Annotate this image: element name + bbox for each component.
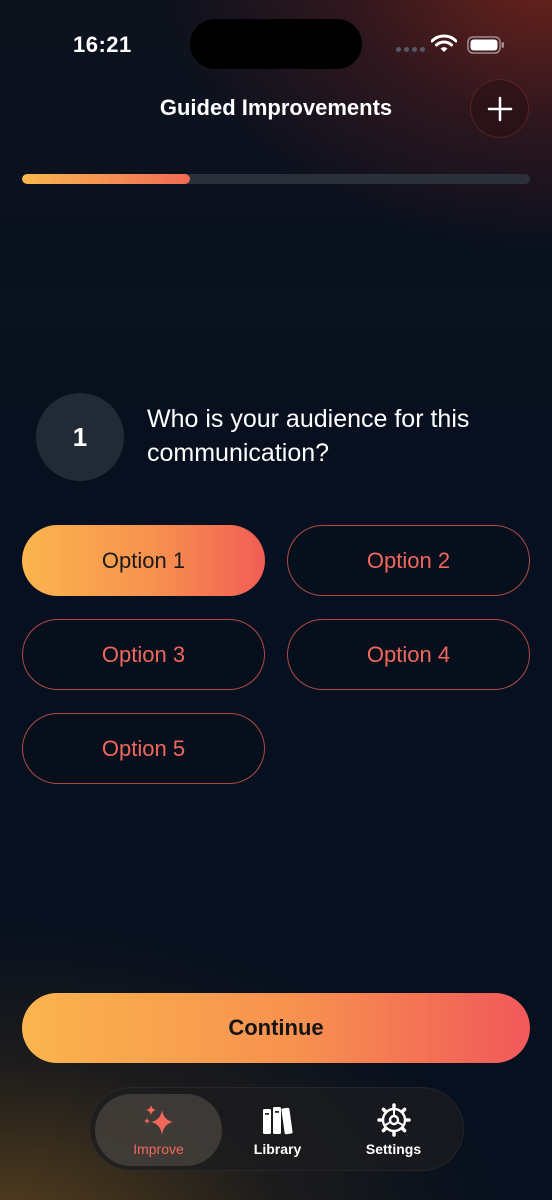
progress-fill <box>22 174 190 184</box>
plus-icon <box>487 96 512 121</box>
tab-improve-label: Improve <box>133 1141 184 1157</box>
battery-icon <box>467 36 504 54</box>
gear-icon <box>376 1103 411 1137</box>
status-bar: 16:21 <box>0 0 552 90</box>
option-button-3[interactable]: Option 3 <box>22 619 265 690</box>
books-icon <box>262 1107 293 1135</box>
question-text: Who is your audience for this communicat… <box>147 405 470 467</box>
tab-improve[interactable]: Improve <box>95 1094 222 1166</box>
continue-button[interactable]: Continue <box>22 993 530 1063</box>
tab-bar: Improve Library Settings <box>89 1087 464 1171</box>
tab-settings-label: Settings <box>365 1141 422 1157</box>
add-button[interactable] <box>470 79 529 138</box>
tab-settings[interactable]: Settings <box>330 1094 457 1166</box>
question-number-badge: 1 <box>36 393 124 481</box>
option-button-1[interactable]: Option 1 <box>22 525 265 596</box>
progress-bar <box>22 174 530 184</box>
sparkles-icon <box>143 1105 173 1135</box>
option-button-5[interactable]: Option 5 <box>22 713 265 784</box>
wifi-icon <box>431 34 457 52</box>
option-button-2[interactable]: Option 2 <box>287 525 530 596</box>
option-button-4[interactable]: Option 4 <box>287 619 530 690</box>
tab-library-label: Library <box>253 1141 302 1157</box>
tab-library[interactable]: Library <box>214 1094 341 1166</box>
cellular-signal-icon <box>396 47 425 52</box>
dynamic-island <box>190 19 362 69</box>
status-time: 16:21 <box>73 32 132 57</box>
